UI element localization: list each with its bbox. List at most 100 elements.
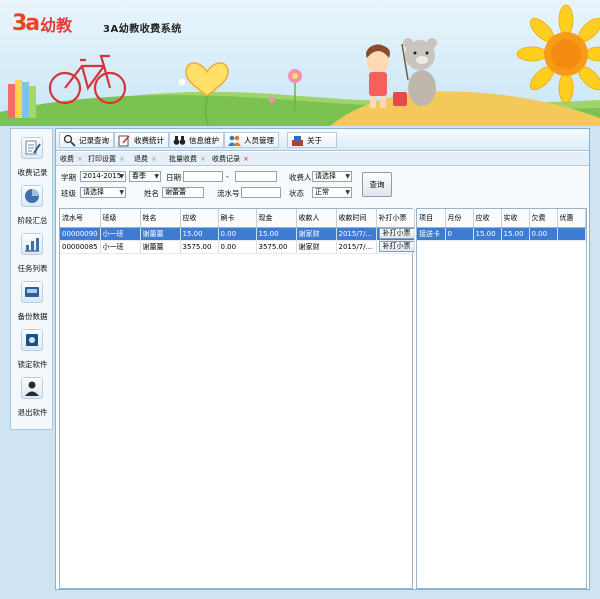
tab-bar: 收费 × 打印设置 × 退费 × 批量收费 × 收费记录 × <box>56 152 589 166</box>
date-to-input[interactable] <box>235 171 277 182</box>
sidebar-item-label: 备份数据 <box>17 312 48 321</box>
tab-batch-charge[interactable]: 批量收费 × <box>167 153 206 165</box>
header-banner: 3a 幼教 3A幼教收费系统 <box>0 0 600 126</box>
date-from-input[interactable] <box>183 171 223 182</box>
term-label: 学期 <box>61 173 76 182</box>
sidebar-item-label: 退出软件 <box>17 408 48 417</box>
table-row[interactable]: 00000090 小一班 谢蕾蕾 15.00 0.00 15.00 谢家财 20… <box>60 227 415 241</box>
sidebar-item-charge-records[interactable]: 收费记录 <box>11 131 54 179</box>
column-header[interactable]: 收款人 <box>296 209 337 228</box>
sidebar-item-lock-software[interactable]: 锁定软件 <box>11 323 54 371</box>
sidebar-item-label: 收费记录 <box>17 168 48 177</box>
records-table-header: 流水号 班级 姓名 应收 刷卡 现金 收款人 收款时间 补打小票 <box>60 209 415 228</box>
name-label: 姓名 <box>144 189 159 198</box>
pie-chart-icon <box>21 185 43 207</box>
chevron-down-icon: ▼ <box>119 189 124 196</box>
column-header[interactable]: 项目 <box>417 209 446 228</box>
column-header[interactable]: 收款时间 <box>336 209 377 228</box>
reprint-cell: 补打小票 <box>376 227 415 241</box>
close-icon[interactable]: × <box>200 155 206 163</box>
bar-chart-icon <box>21 233 43 255</box>
close-icon[interactable]: × <box>77 155 83 163</box>
column-header[interactable]: 欠费 <box>529 209 558 228</box>
toolbar-button-label: 人员管理 <box>244 136 274 145</box>
column-header[interactable]: 应收 <box>180 209 219 228</box>
reprint-receipt-button[interactable]: 补打小票 <box>378 228 413 239</box>
tab-print-settings[interactable]: 打印设置 × <box>86 153 125 165</box>
name-cell: 谢蕾蕾 <box>140 227 181 241</box>
serial-label: 流水号 <box>217 189 240 198</box>
column-header[interactable]: 姓名 <box>140 209 181 228</box>
tab-charge-records[interactable]: 收费记录 × <box>210 153 249 165</box>
date-separator: - <box>226 172 229 181</box>
reprint-cell: 补打小票 <box>376 240 415 254</box>
column-header[interactable]: 补打小票 <box>376 209 415 228</box>
class-cell: 小一班 <box>100 227 141 241</box>
time-cell: 2015/7/... <box>336 227 377 241</box>
edit-icon <box>118 134 131 147</box>
close-icon[interactable]: × <box>243 155 249 163</box>
column-header[interactable]: 实收 <box>501 209 530 228</box>
people-icon <box>228 134 241 147</box>
table-row[interactable]: 接送卡 0 15.00 15.00 0.00 <box>417 227 586 241</box>
toolbar: 记录查询 收费统计 信息维护 人员管理 关于 <box>56 129 589 151</box>
status-select[interactable]: 正常 ▼ <box>312 187 352 198</box>
close-icon[interactable]: × <box>151 155 157 163</box>
document-pen-icon <box>21 137 43 159</box>
chevron-down-icon: ▼ <box>345 173 350 180</box>
reprint-receipt-button[interactable]: 补打小票 <box>378 241 413 252</box>
charge-statistics-button[interactable]: 收费统计 <box>114 132 169 148</box>
name-input[interactable]: 谢蕾蕾 <box>162 187 204 198</box>
sidebar: 收费记录 阶段汇总 任务列表 备份数据 锁定软件 退出软件 <box>10 128 53 430</box>
query-button[interactable]: 查询 <box>362 172 392 197</box>
date-label: 日期 <box>166 173 181 182</box>
sidebar-item-stage-summary[interactable]: 阶段汇总 <box>11 179 54 227</box>
column-header[interactable]: 刷卡 <box>218 209 257 228</box>
table-row[interactable]: 00000085 小一班 谢蕾蕾 3575.00 0.00 3575.00 谢家… <box>60 240 415 254</box>
season-select[interactable]: 春季 ▼ <box>129 171 161 182</box>
chevron-down-icon: ▼ <box>345 189 350 196</box>
info-maintenance-button[interactable]: 信息维护 <box>169 132 224 148</box>
column-header[interactable]: 优惠 <box>557 209 586 228</box>
sidebar-item-label: 任务列表 <box>17 264 48 273</box>
chevron-down-icon: ▼ <box>119 173 124 180</box>
binoculars-icon <box>173 134 186 147</box>
sidebar-item-label: 阶段汇总 <box>17 216 48 225</box>
term-select[interactable]: 2014-2015 ▼ <box>80 171 126 182</box>
sidebar-item-exit-software[interactable]: 退出软件 <box>11 371 54 419</box>
column-header[interactable]: 流水号 <box>60 209 101 228</box>
cash-cell: 3575.00 <box>256 240 297 254</box>
column-header[interactable]: 应收 <box>473 209 502 228</box>
detail-table-header: 项目 月份 应收 实收 欠费 优惠 <box>417 209 586 228</box>
receivable-cell: 15.00 <box>473 227 502 241</box>
time-cell: 2015/7/... <box>336 240 377 254</box>
sidebar-item-backup-data[interactable]: 备份数据 <box>11 275 54 323</box>
record-query-button[interactable]: 记录查询 <box>59 132 114 148</box>
records-table: 流水号 班级 姓名 应收 刷卡 现金 收款人 收款时间 补打小票 0000009… <box>59 208 415 589</box>
column-header[interactable]: 现金 <box>256 209 297 228</box>
sidebar-item-label: 锁定软件 <box>17 360 48 369</box>
toolbar-button-label: 记录查询 <box>79 136 109 145</box>
tab-charge[interactable]: 收费 × <box>58 153 83 165</box>
collector-select[interactable]: 请选择 ▼ <box>312 171 352 182</box>
name-cell: 谢蕾蕾 <box>140 240 181 254</box>
item-cell: 接送卡 <box>417 227 446 241</box>
serial-input[interactable] <box>241 187 281 198</box>
filter-panel: 学期 2014-2015 ▼ 春季 ▼ 日期 - 收费人 请选择 ▼ 班级 请选择 ▼ … <box>56 167 589 207</box>
column-header[interactable]: 班级 <box>100 209 141 228</box>
column-header[interactable]: 月份 <box>445 209 474 228</box>
receivable-cell: 3575.00 <box>180 240 219 254</box>
user-exit-icon <box>21 377 43 399</box>
staff-management-button[interactable]: 人员管理 <box>224 132 279 148</box>
main-panel: 记录查询 收费统计 信息维护 人员管理 关于 收费 × 打印设置 × 退费 × 批量收… <box>55 128 590 590</box>
class-select[interactable]: 请选择 ▼ <box>80 187 126 198</box>
card-cell: 0.00 <box>218 240 257 254</box>
cash-cell: 15.00 <box>256 227 297 241</box>
logo-mark: 3a <box>12 11 40 36</box>
tab-refund[interactable]: 退费 × <box>132 153 157 165</box>
lock-icon <box>21 329 43 351</box>
sidebar-item-task-list[interactable]: 任务列表 <box>11 227 54 275</box>
about-button[interactable]: 关于 <box>287 132 337 148</box>
app-title: 3A幼教收费系统 <box>103 24 182 35</box>
close-icon[interactable]: × <box>119 155 125 163</box>
